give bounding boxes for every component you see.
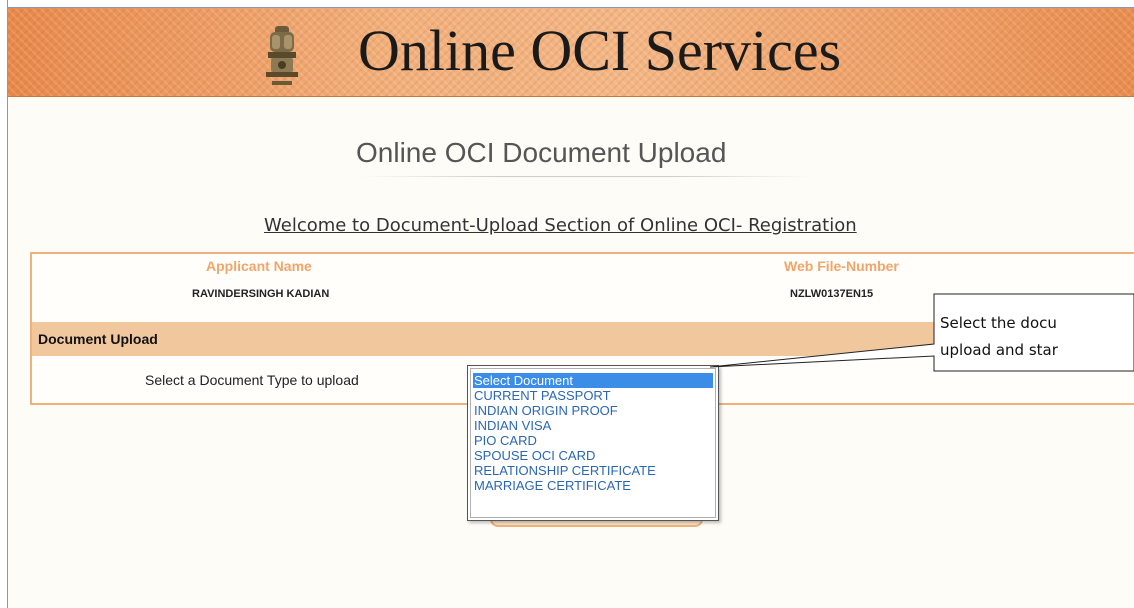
document-upload-title: Document Upload <box>38 331 158 347</box>
option-select-document[interactable]: Select Document <box>473 373 713 388</box>
dropdown-list: Select Document CURRENT PASSPORT INDIAN … <box>470 368 716 518</box>
callout-text: Select the docu upload and star <box>940 310 1134 364</box>
option-marriage-certificate[interactable]: MARRIAGE CERTIFICATE <box>471 478 715 493</box>
welcome-link[interactable]: Welcome to Document-Upload Section of On… <box>264 215 944 236</box>
option-indian-visa[interactable]: INDIAN VISA <box>471 418 715 433</box>
site-header: Online OCI Services <box>8 8 1134 97</box>
option-relationship-certificate[interactable]: RELATIONSHIP CERTIFICATE <box>471 463 715 478</box>
site-title: Online OCI Services <box>358 18 842 83</box>
option-indian-origin-proof[interactable]: INDIAN ORIGIN PROOF <box>471 403 715 418</box>
window-top-border <box>0 0 1134 8</box>
document-type-label: Select a Document Type to upload <box>145 372 359 388</box>
page-title: Online OCI Document Upload <box>356 137 727 168</box>
callout-line-1: Select the docu <box>940 314 1057 332</box>
file-number-label: Web File-Number <box>784 258 899 274</box>
option-current-passport[interactable]: CURRENT PASSPORT <box>471 388 715 403</box>
option-pio-card[interactable]: PIO CARD <box>471 433 715 448</box>
national-emblem-icon <box>266 26 298 85</box>
applicant-name-label: Applicant Name <box>206 258 312 274</box>
window-left-border <box>0 0 8 608</box>
applicant-name-value: RAVINDERSINGH KADIAN <box>192 288 330 300</box>
option-spouse-oci-card[interactable]: SPOUSE OCI CARD <box>471 448 715 463</box>
file-number-value: NZLW0137EN15 <box>790 288 874 300</box>
document-type-dropdown[interactable]: Select Document CURRENT PASSPORT INDIAN … <box>467 365 719 521</box>
callout-line-2: upload and star <box>940 341 1058 359</box>
title-divider <box>360 176 810 177</box>
